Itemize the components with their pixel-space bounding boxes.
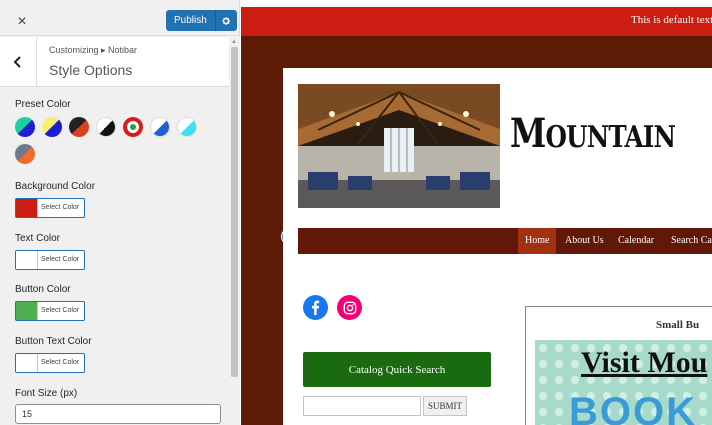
button-text-color-label: Button Text Color	[15, 336, 92, 347]
button-color-label: Button Color	[15, 284, 71, 295]
promo-banner-book-text: BOOK	[569, 390, 697, 425]
breadcrumb: Customizing ▸ Notibar	[49, 45, 138, 55]
button-color-chip	[16, 302, 38, 320]
customizer-header: × Publish	[0, 7, 240, 36]
site-title-rest: OUNTAIN	[545, 120, 676, 155]
preset-swatch[interactable]	[150, 117, 170, 137]
submit-button[interactable]: SUBMIT	[423, 396, 467, 416]
nav-item-home[interactable]: Home	[518, 228, 557, 254]
notibar-text: This is default text	[631, 14, 712, 26]
nav-item-about-us[interactable]: About Us	[565, 228, 604, 254]
button-text-color-chip	[16, 354, 38, 372]
catalog-search-input[interactable]	[303, 396, 421, 416]
sidebar-scrollbar[interactable]: ▲	[229, 37, 240, 425]
instagram-logo	[343, 301, 356, 314]
catalog-quick-search-button[interactable]: Catalog Quick Search	[303, 352, 491, 387]
publish-controls: Publish	[166, 10, 237, 31]
section-header: Customizing ▸ Notibar Style Options	[0, 37, 229, 87]
publish-settings-button[interactable]	[214, 10, 237, 31]
preset-swatch[interactable]	[96, 117, 116, 137]
preset-swatch[interactable]	[15, 117, 35, 137]
nav-item-calendar[interactable]: Calendar	[618, 228, 654, 254]
button-color-button[interactable]: Select Color	[15, 301, 85, 321]
site-preview: This is default text MOUNTAIN Home About…	[241, 0, 712, 425]
promo-banner[interactable]: Visit Mou BOOK	[535, 340, 712, 425]
primary-navigation: Home About Us Calendar Search Ca	[298, 228, 712, 254]
button-text-color-button-label: Select Color	[41, 359, 80, 366]
text-color-button-label: Select Color	[41, 256, 80, 263]
preset-color-label: Preset Color	[15, 99, 71, 110]
scroll-up-icon[interactable]: ▲	[231, 39, 237, 45]
font-size-input[interactable]	[15, 404, 221, 424]
section-title: Style Options	[49, 62, 133, 78]
background-color-chip	[16, 199, 38, 217]
site-content: MOUNTAIN Home About Us Calendar Search C…	[283, 68, 712, 425]
site-title-initial: M	[510, 110, 546, 157]
preset-swatch[interactable]	[42, 117, 62, 137]
site-title[interactable]: MOUNTAIN	[510, 110, 676, 157]
text-color-chip	[16, 251, 38, 269]
scroll-thumb[interactable]	[231, 47, 238, 377]
notibar: This is default text	[241, 7, 712, 36]
header-library-photo	[298, 84, 500, 208]
promo-banner-text: Visit Mou	[581, 346, 708, 379]
preset-swatch[interactable]	[69, 117, 89, 137]
instagram-icon[interactable]	[337, 295, 362, 320]
text-color-label: Text Color	[15, 233, 61, 244]
publish-button[interactable]: Publish	[166, 10, 215, 31]
facebook-icon[interactable]	[303, 295, 328, 320]
background-color-label: Background Color	[15, 181, 96, 192]
button-text-color-button[interactable]: Select Color	[15, 353, 85, 373]
back-button[interactable]	[0, 37, 37, 87]
background-color-button[interactable]: Select Color	[15, 198, 85, 218]
chevron-left-icon	[13, 56, 21, 68]
text-color-button[interactable]: Select Color	[15, 250, 85, 270]
promo-heading: Small Bu	[656, 319, 700, 331]
facebook-logo	[311, 300, 320, 315]
customizer-sidebar: × Publish Customizing ▸ Notibar Style Op…	[0, 0, 240, 425]
promo-widget: Small Bu Visit Mou BOOK	[525, 306, 712, 425]
nav-item-search-catalog[interactable]: Search Ca	[671, 228, 712, 254]
gear-icon	[222, 16, 231, 25]
button-color-button-label: Select Color	[41, 307, 80, 314]
font-size-label: Font Size (px)	[15, 388, 78, 399]
preset-swatch[interactable]	[15, 144, 35, 164]
preset-swatch[interactable]	[123, 117, 143, 137]
preset-swatch[interactable]	[177, 117, 197, 137]
close-customizer-button[interactable]: ×	[12, 12, 32, 32]
background-color-button-label: Select Color	[41, 204, 80, 211]
